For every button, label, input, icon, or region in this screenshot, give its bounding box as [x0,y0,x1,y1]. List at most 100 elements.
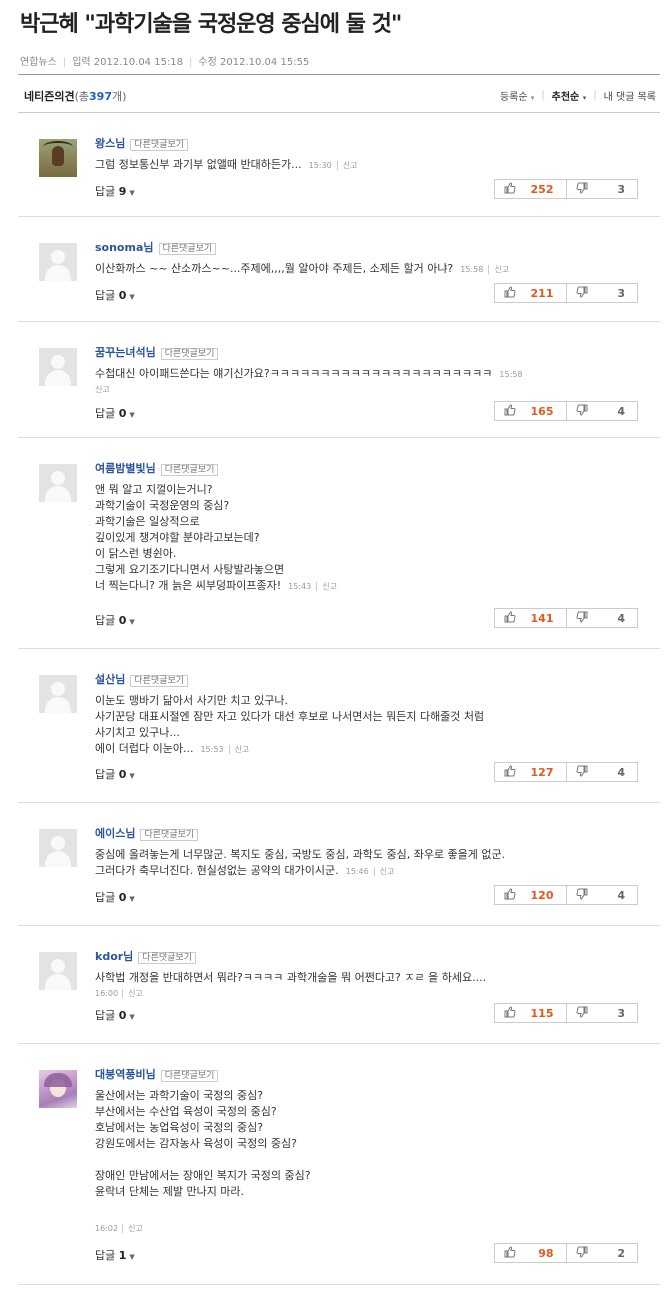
downvote-button[interactable]: 3 [565,284,638,302]
reply-toggle[interactable]: 답글 0 ▼ [95,766,135,782]
downvote-button[interactable]: 4 [565,886,638,904]
upvote-count: 252 [530,182,554,196]
reply-toggle[interactable]: 답글 0 ▼ [95,1007,135,1023]
comment-body: 사학법 개정을 반대하면서 뭐라?ㅋㅋㅋㅋ 과학개술을 뭐 어쩐다고? ㅈㄹ 을… [95,971,487,984]
chevron-down-icon: ▼ [129,1253,135,1261]
vote-box: 98 2 [494,1243,638,1263]
username[interactable]: 에이스님 [95,827,135,840]
username[interactable]: kdor님 [95,950,133,963]
avatar[interactable] [39,348,77,386]
reply-toggle[interactable]: 답글 0 ▼ [95,405,135,421]
report-link[interactable]: 신고 [95,385,110,394]
input-time: 2012.10.04 15:18 [93,57,184,68]
input-label: 입력 [72,57,91,68]
downvote-count: 4 [617,404,625,418]
reply-count: 0 [118,891,127,904]
reply-count: 0 [118,407,127,420]
reply-toggle[interactable]: 답글 0 ▼ [95,889,135,905]
upvote-count: 127 [530,765,554,779]
upvote-count: 141 [530,611,554,625]
sort-by-recommend[interactable]: 추천순 ▾ [552,88,587,103]
reply-toggle[interactable]: 답글 9 ▼ [95,183,135,199]
downvote-button[interactable]: 3 [565,1004,638,1022]
view-replies-button[interactable]: 다른댓글보기 [160,1070,219,1082]
upvote-button[interactable]: 127 [495,763,566,781]
downvote-count: 4 [617,765,625,779]
upvote-button[interactable]: 141 [495,609,566,627]
comments-title: 네티즌의견(총397개) [24,88,126,104]
reply-toggle[interactable]: 답글 1 ▼ [95,1247,135,1263]
sort-by-date[interactable]: 등록순 ▾ [500,88,534,103]
report-link[interactable]: 신고 [488,265,510,274]
report-link[interactable]: 신고 [228,745,250,754]
comment-text: 중심에 올려놓는게 너무많군. 복지도 중심, 국방도 중심, 과학도 중심, … [95,847,505,880]
reply-toggle[interactable]: 답글 0 ▼ [95,612,135,628]
thumbs-up-icon [495,610,516,626]
view-replies-button[interactable]: 다른댓글보기 [160,464,219,476]
report-link[interactable]: 신고 [373,867,395,876]
downvote-button[interactable]: 4 [565,763,638,781]
downvote-button[interactable]: 4 [565,609,638,627]
upvote-count: 115 [530,1006,554,1020]
upvote-button[interactable]: 98 [495,1244,566,1262]
thumbs-up-icon [495,887,516,903]
chevron-down-icon: ▼ [129,618,135,626]
username[interactable]: 대붕역풍비님 [95,1068,156,1081]
comment-body: 그럼 정보통신부 과기부 없앨때 반대하든가... [95,158,302,171]
thumbs-down-icon [567,286,588,301]
view-replies-button[interactable]: 다른댓글보기 [158,243,217,255]
vote-box: 211 3 [494,283,638,303]
comment-item: 왕스님 다른댓글보기 그럼 정보통신부 과기부 없앨때 반대하든가... 15:30 신… [18,113,660,217]
avatar[interactable] [39,1070,77,1108]
username[interactable]: 설산님 [95,673,125,686]
upvote-button[interactable]: 120 [495,886,566,904]
report-link[interactable]: 신고 [316,582,337,591]
vote-box: 165 4 [494,401,638,421]
downvote-button[interactable]: 4 [565,402,638,420]
chevron-down-icon: ▼ [129,1013,135,1021]
reply-label: 답글 [95,289,116,302]
view-replies-button[interactable]: 다른댓글보기 [130,139,189,151]
comment-time: 16:00 [95,989,119,998]
view-replies-button[interactable]: 다른댓글보기 [160,348,219,360]
edit-time: 2012.10.04 15:55 [220,57,310,68]
article-title: 박근혜 "과학기술을 국정운영 중심에 둘 것" [20,12,402,37]
username[interactable]: 왕스님 [95,137,125,150]
view-replies-button[interactable]: 다른댓글보기 [130,675,189,687]
comment-body: 이산화까스 ~~ 산소까스~~...주제에,,,,뭘 알아야 주제든, 소제든 … [95,262,454,275]
downvote-button[interactable]: 3 [565,180,638,198]
avatar[interactable] [39,829,77,867]
comment-time: 15:58 [460,265,484,274]
username[interactable]: sonoma님 [95,241,154,254]
reply-label: 답글 [95,1009,116,1022]
thumbs-up-icon [495,285,516,301]
report-link[interactable]: 신고 [336,161,358,170]
thumbs-down-icon [567,611,588,626]
avatar[interactable] [39,952,77,990]
chevron-down-icon: ▼ [129,293,135,301]
report-link[interactable]: 신고 [122,1224,143,1233]
reply-label: 답글 [95,1249,116,1262]
upvote-button[interactable]: 211 [495,284,566,302]
reply-toggle[interactable]: 답글 0 ▼ [95,287,135,303]
upvote-button[interactable]: 115 [495,1004,566,1022]
my-comments-link[interactable]: 내 댓글 목록 [604,88,656,103]
avatar[interactable] [39,464,77,502]
chevron-down-icon: ▼ [129,189,135,197]
username[interactable]: 꿈꾸는녀석님 [95,346,156,359]
view-replies-button[interactable]: 다른댓글보기 [138,952,196,964]
article-source[interactable]: 연합뉴스 [20,57,57,68]
avatar[interactable] [39,675,77,713]
report-link[interactable]: 신고 [122,989,143,998]
upvote-button[interactable]: 165 [495,402,566,420]
comment-body: 수첩대신 아이패드쓴다는 얘기신가요?ㅋㅋㅋㅋㅋㅋㅋㅋㅋㅋㅋㅋㅋㅋㅋㅋㅋㅋㅋㅋㅋ… [95,367,493,380]
upvote-count: 211 [530,286,554,300]
avatar[interactable] [39,243,77,281]
downvote-count: 3 [617,1006,625,1020]
avatar[interactable] [39,139,77,177]
downvote-button[interactable]: 2 [565,1244,638,1262]
username[interactable]: 여름밤별빛님 [95,462,156,475]
reply-label: 답글 [95,185,116,198]
view-replies-button[interactable]: 다른댓글보기 [140,829,199,841]
upvote-button[interactable]: 252 [495,180,566,198]
